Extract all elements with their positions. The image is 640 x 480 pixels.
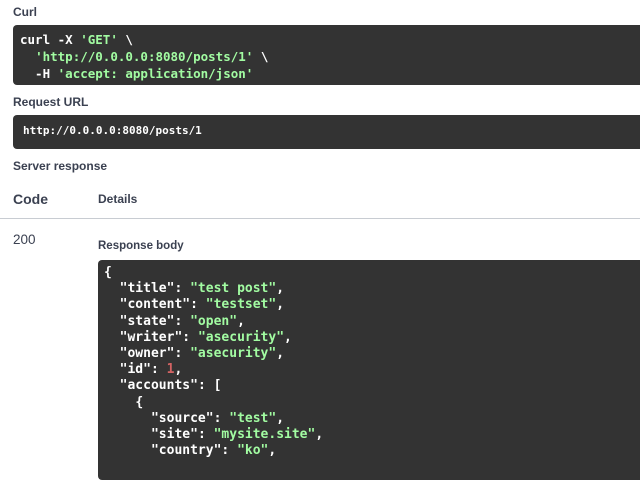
json-key: "source" [150, 410, 214, 426]
json-string: "open" [190, 313, 238, 329]
response-status-code: 200 [13, 232, 36, 247]
curl-header-flag: -H [20, 66, 58, 81]
json-key: "owner" [119, 346, 175, 362]
curl-continuation: \ [253, 49, 269, 64]
json-brace: { [104, 265, 112, 280]
json-line: "site": "mysite.site", [150, 427, 324, 443]
json-number: 1 [166, 362, 175, 378]
json-line: "source": "test", [150, 410, 285, 426]
json-key: "id" [119, 362, 151, 378]
json-line: "id": 1, [119, 362, 183, 378]
json-line: "accounts": [ [119, 378, 222, 394]
json-key: "title" [119, 281, 175, 297]
json-string: "asecurity" [197, 329, 285, 345]
response-body-block[interactable]: { "title": "test post", "content": "test… [98, 260, 640, 480]
json-string: "asecurity" [190, 346, 277, 362]
json-key: "accounts" [119, 378, 198, 394]
json-line: "writer": "asecurity", [119, 329, 292, 345]
code-column-header: Code [13, 191, 48, 207]
curl-method: 'GET' [80, 32, 118, 47]
curl-line-2: 'http://0.0.0.0:8080/posts/1' \ [20, 48, 640, 65]
curl-header: 'accept: application/json' [57, 66, 254, 81]
json-line: "owner": "asecurity", [119, 346, 285, 362]
json-line: "title": "test post", [119, 281, 285, 297]
curl-line-3: -H 'accept: application/json' [20, 65, 640, 82]
curl-line-1: curl -X 'GET' \ [20, 31, 640, 48]
json-key: "state" [119, 313, 175, 329]
response-body-label: Response body [98, 240, 184, 252]
curl-label: Curl [13, 5, 37, 19]
json-key: "site" [150, 427, 198, 443]
table-divider [0, 218, 640, 219]
json-brace: { [135, 394, 144, 410]
server-response-label: Server response [13, 159, 108, 173]
request-url-value: http://0.0.0.0:8080/posts/1 [23, 124, 202, 137]
json-key: "content" [119, 297, 191, 313]
request-url-block[interactable]: http://0.0.0.0:8080/posts/1 [13, 115, 640, 149]
curl-command: curl -X [20, 32, 81, 47]
json-line: "state": "open", [119, 313, 245, 329]
json-string: "mysite.site" [213, 427, 316, 443]
json-key: "country" [150, 443, 222, 459]
json-line: { [104, 395, 640, 411]
json-line: { [104, 265, 640, 281]
curl-command-block[interactable]: curl -X 'GET' \ 'http://0.0.0.0:8080/pos… [13, 25, 640, 85]
json-key: "writer" [119, 329, 183, 345]
json-bracket: [ [213, 378, 222, 394]
curl-url: 'http://0.0.0.0:8080/posts/1' [35, 49, 254, 64]
details-column-header: Details [98, 192, 138, 206]
json-string: "test" [229, 410, 277, 426]
json-line: "content": "testset", [119, 297, 285, 313]
json-string: "ko" [237, 443, 269, 459]
curl-continuation: \ [117, 32, 133, 47]
request-url-label: Request URL [13, 95, 89, 109]
json-string: "testset" [205, 297, 277, 313]
json-line: "country": "ko", [150, 443, 277, 459]
json-string: "test post" [190, 281, 277, 297]
